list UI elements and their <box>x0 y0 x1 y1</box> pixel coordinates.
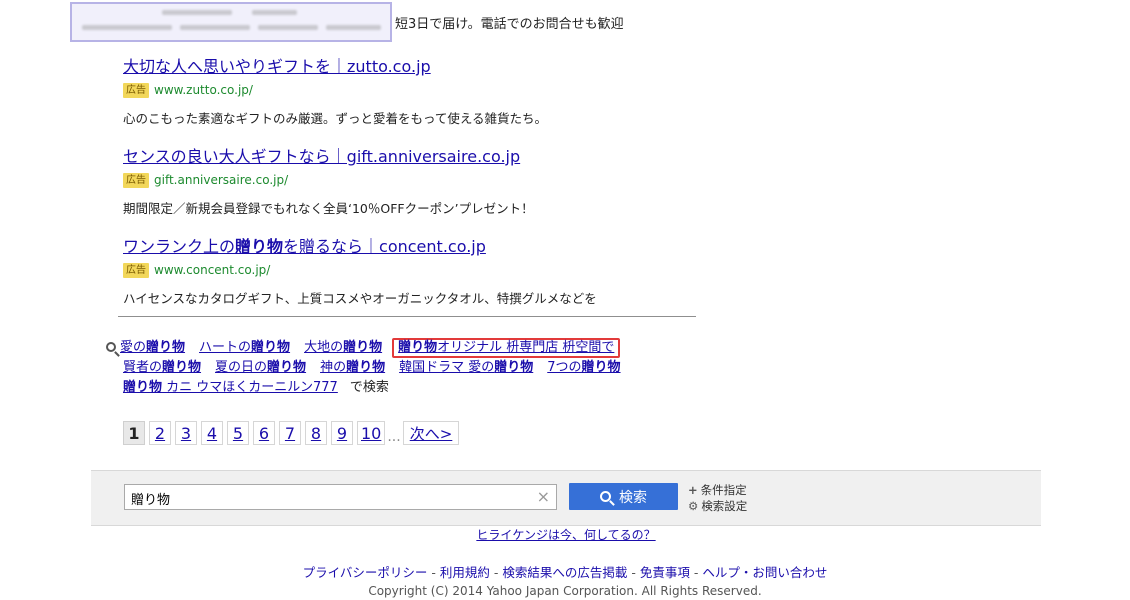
search-input[interactable] <box>129 486 523 510</box>
related-search-link[interactable]: ハートの贈り物 <box>199 340 290 355</box>
search-icon <box>106 342 116 352</box>
ad-title-keyword: 贈り物 <box>235 237 284 256</box>
blurred-redaction-image <box>70 2 392 42</box>
plus-icon: + <box>688 483 698 497</box>
related-link-keyword: 贈り物 <box>146 340 186 355</box>
top-snippet-text: 短3日で届け。電話でのお問合せも歓迎 <box>395 16 624 32</box>
privacy-policy-link[interactable]: プライバシーポリシー <box>303 565 428 580</box>
page-link[interactable]: 9 <box>331 421 353 445</box>
related-link-text: ハートの <box>199 340 252 355</box>
related-search-link[interactable]: 韓国ドラマ 愛の贈り物 <box>399 360 533 375</box>
related-link-text: カニ ウマほくカーニルン777 <box>162 380 338 395</box>
ad-title-link[interactable]: 大切な人へ思いやりギフトを｜zutto.co.jp <box>123 57 547 77</box>
search-options: + 条件指定 ⚙ 検索設定 <box>688 482 747 514</box>
page-link[interactable]: 10 <box>357 421 386 445</box>
next-page-button[interactable]: 次へ> <box>402 421 460 445</box>
promo-line: ヒライケンジは今、何してるの？ <box>0 526 1130 543</box>
related-link-text: 大地の <box>304 340 344 355</box>
page-link[interactable]: 6 <box>253 421 275 445</box>
page-link[interactable]: 4 <box>201 421 223 445</box>
bottom-search-bar: × 検索 +条件指定 ⚙検索設定 <box>91 470 1041 526</box>
pagination: 1 2 3 4 5 6 7 8 9 10 ... 次へ> <box>123 421 463 445</box>
ad-badge: 広告 <box>123 82 149 98</box>
related-link-keyword: 贈り物 <box>123 380 163 395</box>
related-link-text: 7つの <box>547 360 582 375</box>
page-current: 1 <box>123 421 145 445</box>
ad-title-pre: ワンランク上の <box>123 237 236 256</box>
related-search-link-highlighted[interactable]: 贈り物オリジナル 枡専門店 枡空間で <box>392 338 621 358</box>
ad-description: 心のこもった素適なギフトのみ厳選。ずっと愛着をもって使える雑貨たち。 <box>123 111 548 126</box>
ad-result-2: センスの良い大人ギフトなら｜gift.anniversaire.co.jp 広告… <box>123 147 534 217</box>
gear-icon: ⚙ <box>688 499 699 513</box>
related-link-keyword: 贈り物 <box>494 360 534 375</box>
ad-result-1: 大切な人へ思いやりギフトを｜zutto.co.jp 広告 www.zutto.c… <box>123 57 547 127</box>
page-link[interactable]: 2 <box>149 421 171 445</box>
related-search-link[interactable]: 7つの贈り物 <box>547 360 620 375</box>
footer-separator: - <box>689 565 703 580</box>
related-link-text: 夏の日の <box>215 360 268 375</box>
search-button[interactable]: 検索 <box>569 483 678 510</box>
related-searches: 愛の贈り物 ハートの贈り物 大地の贈り物 贈り物オリジナル 枡専門店 枡空間で 賢者の… <box>106 338 666 398</box>
search-icon <box>600 491 611 502</box>
related-link-text: 愛の <box>120 340 147 355</box>
ad-title-link[interactable]: センスの良い大人ギフトなら｜gift.anniversaire.co.jp <box>123 147 534 167</box>
related-link-keyword: 贈り物 <box>346 360 386 375</box>
divider <box>118 316 696 317</box>
related-link-text: 神の <box>320 360 347 375</box>
advanced-search-link[interactable]: + 条件指定 <box>688 482 747 498</box>
footer-separator: - <box>489 565 503 580</box>
ad-title-post: を贈るなら｜concent.co.jp <box>283 237 486 256</box>
footer-separator: - <box>427 565 440 580</box>
footer-separator: - <box>627 565 640 580</box>
help-contact-link[interactable]: ヘルプ・お問い合わせ <box>702 565 827 580</box>
ad-url: www.concent.co.jp/ <box>154 263 271 277</box>
page-link[interactable]: 5 <box>227 421 249 445</box>
clear-icon[interactable]: × <box>537 488 550 506</box>
ad-url: www.zutto.co.jp/ <box>154 83 253 97</box>
page-link[interactable]: 7 <box>279 421 301 445</box>
search-input-box: × <box>124 484 557 510</box>
ad-badge: 広告 <box>123 172 149 188</box>
page-link[interactable]: 8 <box>305 421 327 445</box>
promo-link[interactable]: ヒライケンジは今、何してるの？ <box>476 528 655 542</box>
related-search-link[interactable]: 愛の贈り物 <box>120 340 185 355</box>
copyright: Copyright (C) 2014 Yahoo Japan Corporati… <box>368 584 762 598</box>
ad-title-link[interactable]: ワンランク上の贈り物を贈るなら｜concent.co.jp <box>123 237 597 257</box>
related-search-link[interactable]: 夏の日の贈り物 <box>215 360 306 375</box>
page-link[interactable]: 3 <box>175 421 197 445</box>
related-link-keyword: 贈り物 <box>162 360 202 375</box>
top-snippet-row: 短3日で届け。電話でのお問合せも歓迎 <box>70 2 624 42</box>
ad-result-3: ワンランク上の贈り物を贈るなら｜concent.co.jp 広告 www.con… <box>123 237 597 307</box>
related-link-keyword: 贈り物 <box>343 340 383 355</box>
search-settings-link[interactable]: ⚙ 検索設定 <box>688 498 747 514</box>
advanced-search-label: 条件指定 <box>700 483 747 497</box>
page-ellipsis: ... <box>387 429 401 445</box>
ad-description: 期間限定／新規会員登録でもれなく全員‘10％OFFクーポン’プレゼント！ <box>123 201 534 216</box>
related-link-keyword: 贈り物 <box>398 340 438 355</box>
search-button-label: 検索 <box>619 489 647 506</box>
ad-placement-link[interactable]: 検索結果への広告掲載 <box>502 565 627 580</box>
related-link-keyword: 贈り物 <box>267 360 307 375</box>
related-search-link[interactable]: 神の贈り物 <box>320 360 385 375</box>
related-search-link[interactable]: 賢者の贈り物 <box>123 360 201 375</box>
related-link-keyword: 贈り物 <box>581 360 621 375</box>
ad-badge: 広告 <box>123 262 149 278</box>
related-search-link[interactable]: 大地の贈り物 <box>304 340 382 355</box>
related-link-text: 賢者の <box>123 360 163 375</box>
related-link-keyword: 贈り物 <box>251 340 291 355</box>
ad-url: gift.anniversaire.co.jp/ <box>154 173 289 187</box>
terms-link[interactable]: 利用規約 <box>440 565 490 580</box>
related-search-link[interactable]: 贈り物 カニ ウマほくカーニルン777 <box>123 380 338 395</box>
ad-description: ハイセンスなカタログギフト、上質コスメやオーガニックタオル、特撰グルメなどを <box>123 291 597 306</box>
footer-links: プライバシーポリシー - 利用規約 - 検索結果への広告掲載 - 免責事項 - … <box>0 562 1130 581</box>
search-suffix-label: で検索 <box>349 380 389 395</box>
related-link-text: 韓国ドラマ 愛の <box>399 360 495 375</box>
related-link-text: オリジナル 枡専門店 枡空間で <box>437 340 615 355</box>
disclaimer-link[interactable]: 免責事項 <box>640 565 690 580</box>
search-settings-label: 検索設定 <box>701 499 748 513</box>
